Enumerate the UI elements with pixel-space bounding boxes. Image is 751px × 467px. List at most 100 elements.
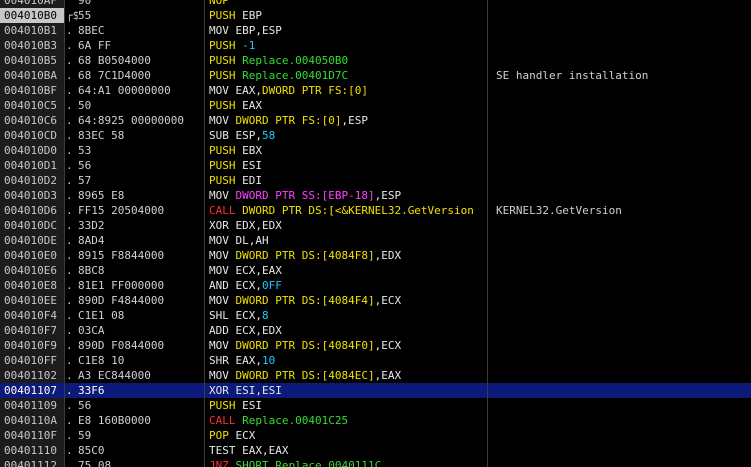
- operand-gap: [229, 279, 236, 292]
- flow-marker: .: [66, 369, 73, 382]
- operand: 58: [262, 129, 276, 142]
- instruction-cell: SHL ECX,8: [209, 308, 486, 323]
- disassembly-view[interactable]: 004010AF 90 NOP 004010B0 ┌$ 55 PUSH EBP 004010B…: [0, 0, 751, 467]
- operand: -1: [242, 39, 256, 52]
- address-cell: 004010F9: [0, 338, 64, 353]
- instruction-cell: MOV EBP,ESP: [209, 23, 486, 38]
- disassembly-row[interactable]: 004010EE. 890D F4844000 MOV DWORD PTR DS:[…: [0, 293, 751, 308]
- disassembly-row[interactable]: 00401112. 75 08 JNZ SHORT Replace.0040111C: [0, 458, 751, 467]
- operand: DWORD PTR DS:[4084F0]: [235, 339, 375, 352]
- disassembly-row[interactable]: 00401109. 56 PUSH ESI: [0, 398, 751, 413]
- disassembly-row[interactable]: 004010AF 90 NOP: [0, 0, 751, 8]
- operand: DWORD PTR SS:[EBP-18]: [235, 189, 375, 202]
- disassembly-row[interactable]: 0040110F. 59 POP ECX: [0, 428, 751, 443]
- mnemonic: XOR: [209, 384, 229, 397]
- disassembly-row[interactable]: 004010E8. 81E1 FF000000 AND ECX,0FF: [0, 278, 751, 293]
- flow-marker: .: [66, 24, 73, 37]
- address-cell: 00401102: [0, 368, 64, 383]
- disassembly-row[interactable]: 004010F4. C1E1 08 SHL ECX,8: [0, 308, 751, 323]
- instruction-cell: PUSH -1: [209, 38, 486, 53]
- operand: ECX,: [235, 279, 263, 292]
- hex-dump-cell: 56: [78, 399, 92, 412]
- address-cell: 004010B0: [0, 8, 64, 23]
- disassembly-row[interactable]: 004010D1. 56 PUSH ESI: [0, 158, 751, 173]
- hex-dump-cell: 68 B0504000: [78, 54, 151, 67]
- address-cell: 004010EE: [0, 293, 64, 308]
- flow-marker: .: [66, 189, 73, 202]
- disassembly-row[interactable]: 004010BA. 68 7C1D4000 PUSH Replace.00401D7…: [0, 68, 751, 83]
- comment-cell: [496, 293, 751, 308]
- operand-gap: [229, 84, 236, 97]
- address-cell: 00401109: [0, 398, 64, 413]
- mnemonic: JNZ: [209, 459, 229, 467]
- instruction-cell: MOV DWORD PTR DS:[4084F4],ECX: [209, 293, 486, 308]
- operand: DWORD PTR DS:[4084EC]: [235, 369, 375, 382]
- instruction-cell: SUB ESP,58: [209, 128, 486, 143]
- disassembly-row[interactable]: 004010E0. 8915 F8844000 MOV DWORD PTR DS:[…: [0, 248, 751, 263]
- disassembly-row[interactable]: 004010B1. 8BEC MOV EBP,ESP: [0, 23, 751, 38]
- disassembly-row[interactable]: 004010E6. 8BC8 MOV ECX,EAX: [0, 263, 751, 278]
- mnemonic: MOV: [209, 369, 229, 382]
- hex-dump-cell: 64:8925 00000000: [78, 114, 184, 127]
- address-cell: 004010F7: [0, 323, 64, 338]
- disassembly-row[interactable]: 004010FF. C1E8 10 SHR EAX,10: [0, 353, 751, 368]
- operand: ESI,ESI: [235, 384, 282, 397]
- instruction-cell: ADD ECX,EDX: [209, 323, 486, 338]
- disassembly-row[interactable]: 004010DE. 8AD4 MOV DL,AH: [0, 233, 751, 248]
- disassembly-row[interactable]: 004010B0 ┌$ 55 PUSH EBP: [0, 8, 751, 23]
- hex-dump-cell: 03CA: [78, 324, 105, 337]
- mnemonic: XOR: [209, 219, 229, 232]
- disassembly-row[interactable]: 004010CD. 83EC 58 SUB ESP,58: [0, 128, 751, 143]
- comment-cell: [496, 128, 751, 143]
- hex-dump-cell: C1E1 08: [78, 309, 125, 322]
- disassembly-row[interactable]: 004010DC. 33D2 XOR EDX,EDX: [0, 218, 751, 233]
- flow-marker: .: [66, 54, 73, 67]
- disassembly-row[interactable]: 00401107. 33F6 XOR ESI,ESI: [0, 383, 751, 398]
- address-cell: 004010E0: [0, 248, 64, 263]
- disassembly-row[interactable]: 004010C5. 50 PUSH EAX: [0, 98, 751, 113]
- operand: Replace.004050B0: [242, 54, 349, 67]
- flow-marker: .: [66, 384, 73, 397]
- mnemonic: MOV: [209, 339, 229, 352]
- instruction-cell: MOV ECX,EAX: [209, 263, 486, 278]
- address-cell: 0040110F: [0, 428, 64, 443]
- address-cell: 004010B5: [0, 53, 64, 68]
- disassembly-row[interactable]: 004010F7. 03CA ADD ECX,EDX: [0, 323, 751, 338]
- flow-marker: .: [66, 84, 73, 97]
- comment-cell: [496, 23, 751, 38]
- flow-marker: .: [66, 234, 73, 247]
- hex-dump-cell: 68 7C1D4000: [78, 69, 151, 82]
- disassembly-row[interactable]: 004010D6. FF15 20504000 CALL DWORD PTR DS:…: [0, 203, 751, 218]
- address-cell: 004010D2: [0, 173, 64, 188]
- flow-marker: .: [66, 399, 73, 412]
- hex-dump-cell: FF15 20504000: [78, 204, 165, 217]
- disassembly-row[interactable]: 004010D2. 57 PUSH EDI: [0, 173, 751, 188]
- disassembly-row[interactable]: 004010D0. 53 PUSH EBX: [0, 143, 751, 158]
- address-cell: 004010C6: [0, 113, 64, 128]
- instruction-cell: MOV DWORD PTR DS:[4084F0],ECX: [209, 338, 486, 353]
- instruction-cell: TEST EAX,EAX: [209, 443, 486, 458]
- flow-marker: .: [66, 129, 73, 142]
- disassembly-row[interactable]: 004010B5. 68 B0504000 PUSH Replace.004050B…: [0, 53, 751, 68]
- disassembly-row[interactable]: 004010B3. 6A FF PUSH -1: [0, 38, 751, 53]
- operand-gap: [229, 114, 236, 127]
- flow-marker: .: [66, 219, 73, 232]
- comment-cell: [496, 38, 751, 53]
- flow-marker: ┌$: [66, 9, 78, 22]
- operand-gap: [229, 129, 236, 142]
- disassembly-row[interactable]: 004010C6. 64:8925 00000000 MOV DWORD PTR F…: [0, 113, 751, 128]
- disassembly-row[interactable]: 00401102. A3 EC844000 MOV DWORD PTR DS:[40…: [0, 368, 751, 383]
- instruction-cell: PUSH EBP: [209, 8, 486, 23]
- operand: 8: [262, 309, 269, 322]
- disassembly-row[interactable]: 004010F9. 890D F0844000 MOV DWORD PTR DS:[…: [0, 338, 751, 353]
- flow-marker: .: [66, 144, 73, 157]
- disassembly-row[interactable]: 0040110A. E8 160B0000 CALL Replace.00401C2…: [0, 413, 751, 428]
- disassembly-row[interactable]: 004010D3. 8965 E8 MOV DWORD PTR SS:[EBP-18…: [0, 188, 751, 203]
- mnemonic: MOV: [209, 24, 229, 37]
- operand-gap: [229, 384, 236, 397]
- operand-gap: [229, 24, 236, 37]
- disassembly-row[interactable]: 00401110. 85C0 TEST EAX,EAX: [0, 443, 751, 458]
- instruction-cell: MOV DWORD PTR DS:[4084F8],EDX: [209, 248, 486, 263]
- comment-cell: [496, 398, 751, 413]
- disassembly-row[interactable]: 004010BF. 64:A1 00000000 MOV EAX,DWORD PTR…: [0, 83, 751, 98]
